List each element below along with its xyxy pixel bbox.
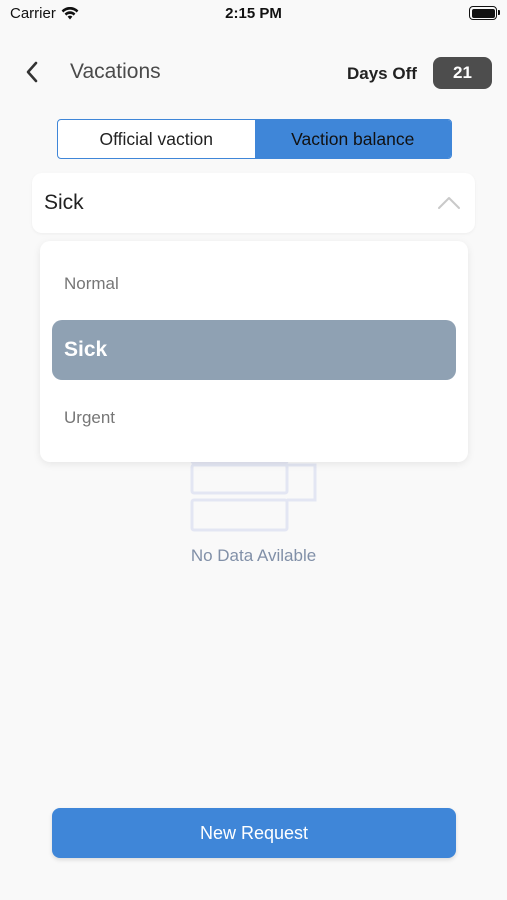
new-request-button[interactable]: New Request [52,808,456,858]
days-off-badge: 21 [433,57,492,89]
tab-official-vacation[interactable]: Official vaction [58,120,255,158]
dropdown-menu: Normal Sick Urgent [40,241,468,462]
days-off-label: Days Off [347,64,417,83]
empty-list-icon [190,455,317,532]
app-header: Vacations Days Off 21 [0,50,507,96]
chevron-left-icon [26,61,38,83]
dropdown-option-sick[interactable]: Sick [52,320,456,380]
dropdown-option-urgent[interactable]: Urgent [52,388,456,448]
dropdown-selected-value: Sick [44,191,84,214]
vacation-type-dropdown[interactable]: Sick [32,173,475,233]
tab-vacation-balance[interactable]: Vaction balance [254,120,451,158]
page-title: Vacations [70,60,161,83]
dropdown-option-normal[interactable]: Normal [52,254,456,314]
empty-state-text: No Data Avilable [190,546,317,565]
vacation-tabs: Official vaction Vaction balance [57,119,452,159]
status-time: 2:15 PM [225,5,282,22]
back-button[interactable] [18,58,46,86]
status-bar: Carrier 2:15 PM [0,0,507,30]
battery-icon [469,6,500,20]
chevron-up-icon [438,197,460,209]
